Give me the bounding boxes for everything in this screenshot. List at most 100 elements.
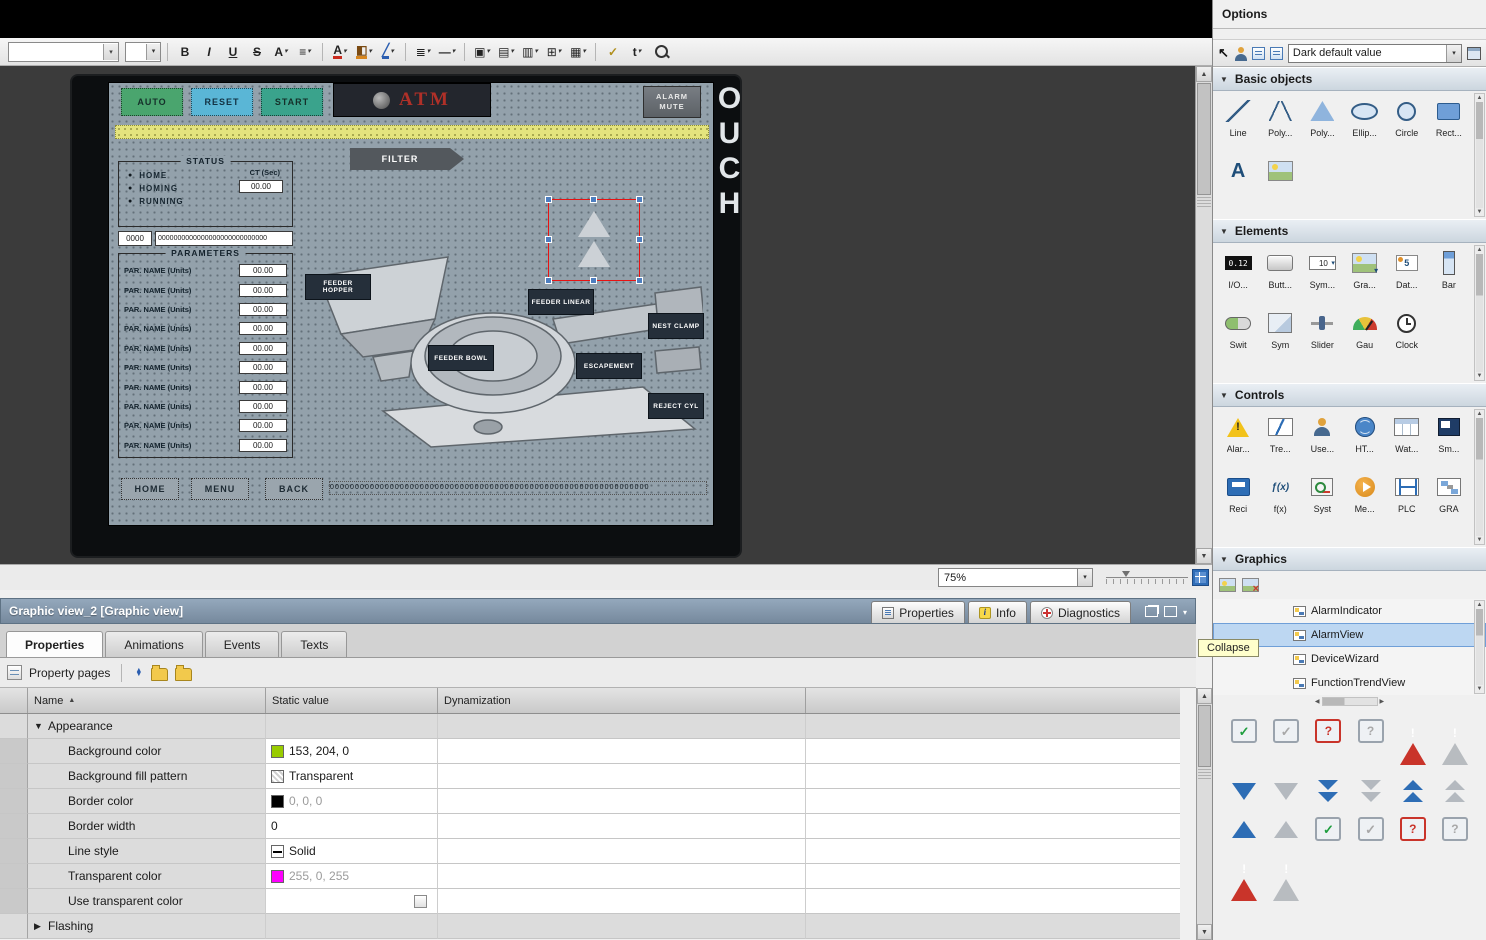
hmi-footer-ticker[interactable]: 0000000000000000000000000000000000000000…: [329, 481, 707, 495]
graphic-thumbnail[interactable]: [1315, 817, 1341, 841]
palette-item[interactable]: Slider: [1301, 309, 1343, 363]
property-static-value-cell[interactable]: Solid: [266, 839, 438, 864]
graphics-tree-item[interactable]: AlarmIndicator: [1213, 599, 1486, 623]
zoom-slider-thumb[interactable]: [1122, 571, 1130, 577]
design-canvas[interactable]: AUTO RESET START ATM ALARM MUTE FILTER S…: [0, 66, 1212, 564]
splitter-grip[interactable]: [1197, 197, 1211, 209]
scrollbar-track[interactable]: [1196, 210, 1212, 548]
collapse-categories-icon[interactable]: [175, 668, 192, 681]
property-static-value-cell[interactable]: 153, 204, 0: [266, 739, 438, 764]
tree-horizontal-scrollbar[interactable]: ◀▶: [1213, 695, 1486, 707]
property-value[interactable]: Transparent: [289, 769, 353, 783]
color-swatch[interactable]: [271, 870, 284, 883]
property-value[interactable]: 153, 204, 0: [289, 744, 349, 758]
section-header-basic-objects[interactable]: ▼Basic objects: [1213, 67, 1486, 91]
tree-vertical-scrollbar[interactable]: ▲▼: [1474, 600, 1485, 694]
graphic-thumbnail[interactable]: [1273, 719, 1299, 743]
graphic-thumbnail[interactable]: [1358, 719, 1384, 743]
section-scrollbar[interactable]: ▲▼: [1474, 409, 1485, 545]
parameter-value-field[interactable]: 00.00: [239, 284, 287, 297]
graphic-thumbnail[interactable]: [1445, 779, 1465, 803]
canvas-vertical-scrollbar[interactable]: ▲ ▼: [1195, 66, 1212, 564]
font-name-list-icon[interactable]: ▾: [103, 44, 118, 60]
palette-item[interactable]: A: [1217, 157, 1259, 211]
palette-item[interactable]: 10 Sym...: [1301, 249, 1343, 303]
property-static-value-cell[interactable]: [266, 914, 438, 939]
selection-handle[interactable]: [545, 277, 552, 284]
palette-item[interactable]: Rect...: [1428, 97, 1470, 151]
palette-item[interactable]: Bar: [1428, 249, 1470, 303]
palette-item[interactable]: Poly...: [1259, 97, 1301, 151]
counter-field[interactable]: 0000: [118, 231, 152, 246]
expander-icon[interactable]: ▶: [34, 921, 48, 932]
graphic-thumbnail[interactable]: [1232, 817, 1256, 841]
hmi-marquee-bar[interactable]: [115, 125, 709, 139]
selection-handle[interactable]: [636, 196, 643, 203]
machine-label-reject-cyl[interactable]: REJECT CYL: [648, 393, 704, 419]
section-header-elements[interactable]: ▼Elements: [1213, 219, 1486, 243]
palette-item[interactable]: 5 Dat...: [1386, 249, 1428, 303]
tab-info[interactable]: Info: [968, 601, 1027, 623]
maximize-panel-icon[interactable]: [1164, 606, 1177, 617]
hmi-back-button[interactable]: BACK: [265, 478, 323, 500]
font-size-dropdown-icon[interactable]: ▾: [146, 44, 160, 60]
layout-icon[interactable]: [1270, 47, 1283, 60]
zoom-dropdown-button[interactable]: ▾: [1077, 568, 1093, 587]
palette-item[interactable]: Syst: [1301, 473, 1343, 527]
same-size-button[interactable]: ⊞▾: [543, 42, 565, 62]
parameter-value-field[interactable]: 00.00: [239, 381, 287, 394]
font-size-button[interactable]: A▾: [270, 42, 292, 62]
strikethrough-button[interactable]: S: [246, 42, 268, 62]
style-select[interactable]: Dark default value▾: [1288, 44, 1462, 63]
snap-grid-button[interactable]: ▦▾: [567, 42, 589, 62]
collapse-panel-icon[interactable]: ▾: [1183, 604, 1187, 618]
zoom-level-select[interactable]: 75%: [938, 568, 1078, 587]
hmi-status-groupbox[interactable]: STATUS ●HOME ●HOMING ●RUNNING CT (Sec) 0…: [118, 161, 293, 227]
subtab-properties[interactable]: Properties: [6, 631, 103, 657]
align-objects-button[interactable]: ▤▾: [495, 42, 517, 62]
section-scrollbar[interactable]: ▲▼: [1474, 245, 1485, 381]
zoom-area-button[interactable]: [650, 42, 672, 62]
palette-item[interactable]: Use...: [1301, 413, 1343, 467]
property-dynamization-cell[interactable]: [438, 739, 806, 764]
graphic-thumbnail[interactable]: [1231, 855, 1257, 901]
graphic-thumbnail[interactable]: [1442, 719, 1468, 765]
select-tool-icon[interactable]: ↖: [1218, 45, 1229, 61]
font-name-input[interactable]: [9, 44, 103, 60]
color-swatch[interactable]: [271, 770, 284, 783]
graphic-thumbnail[interactable]: [1442, 817, 1468, 841]
property-value[interactable]: 0, 0, 0: [289, 794, 322, 808]
section-scrollbar[interactable]: ▲▼: [1474, 93, 1485, 217]
machine-graphic[interactable]: [303, 201, 703, 449]
graphics-tree-item[interactable]: FunctionTrendView: [1213, 671, 1486, 695]
property-dynamization-cell[interactable]: [438, 914, 806, 939]
float-panel-icon[interactable]: [1145, 606, 1158, 617]
palette-item[interactable]: PLC: [1386, 473, 1428, 527]
palette-item[interactable]: GRA: [1428, 473, 1470, 527]
color-swatch[interactable]: [271, 845, 284, 858]
align-text-button[interactable]: ≡▾: [294, 42, 316, 62]
palette-item[interactable]: ƒ(x) f(x): [1259, 473, 1301, 527]
machine-label-feeder-hopper[interactable]: FEEDER HOPPER: [305, 274, 371, 300]
graphic-thumbnail[interactable]: [1274, 779, 1298, 803]
palette-item[interactable]: Swit: [1217, 309, 1259, 363]
expand-categories-icon[interactable]: [151, 668, 168, 681]
property-dynamization-cell[interactable]: [438, 814, 806, 839]
column-header-dynamization[interactable]: Dynamization: [438, 688, 806, 713]
distribute-objects-button[interactable]: ▥▾: [519, 42, 541, 62]
splitter-grip[interactable]: [1198, 769, 1211, 781]
machine-label-feeder-bowl[interactable]: FEEDER BOWL: [428, 345, 494, 371]
line-width-button[interactable]: —▾: [436, 42, 458, 62]
underline-button[interactable]: U: [222, 42, 244, 62]
color-swatch[interactable]: [271, 745, 284, 758]
hmi-alarm-mute-button[interactable]: ALARM MUTE: [643, 86, 701, 118]
hmi-filter-button[interactable]: FILTER: [350, 148, 450, 170]
palette-item[interactable]: Gau: [1344, 309, 1386, 363]
palette-item[interactable]: [1259, 157, 1301, 211]
parameter-value-field[interactable]: 00.00: [239, 264, 287, 277]
object-order-button[interactable]: ▣▾: [471, 42, 493, 62]
parameter-value-field[interactable]: 00.00: [239, 303, 287, 316]
float-options-icon[interactable]: [1467, 47, 1481, 60]
selection-handle[interactable]: [590, 277, 597, 284]
hmi-reset-button[interactable]: RESET: [191, 88, 253, 116]
